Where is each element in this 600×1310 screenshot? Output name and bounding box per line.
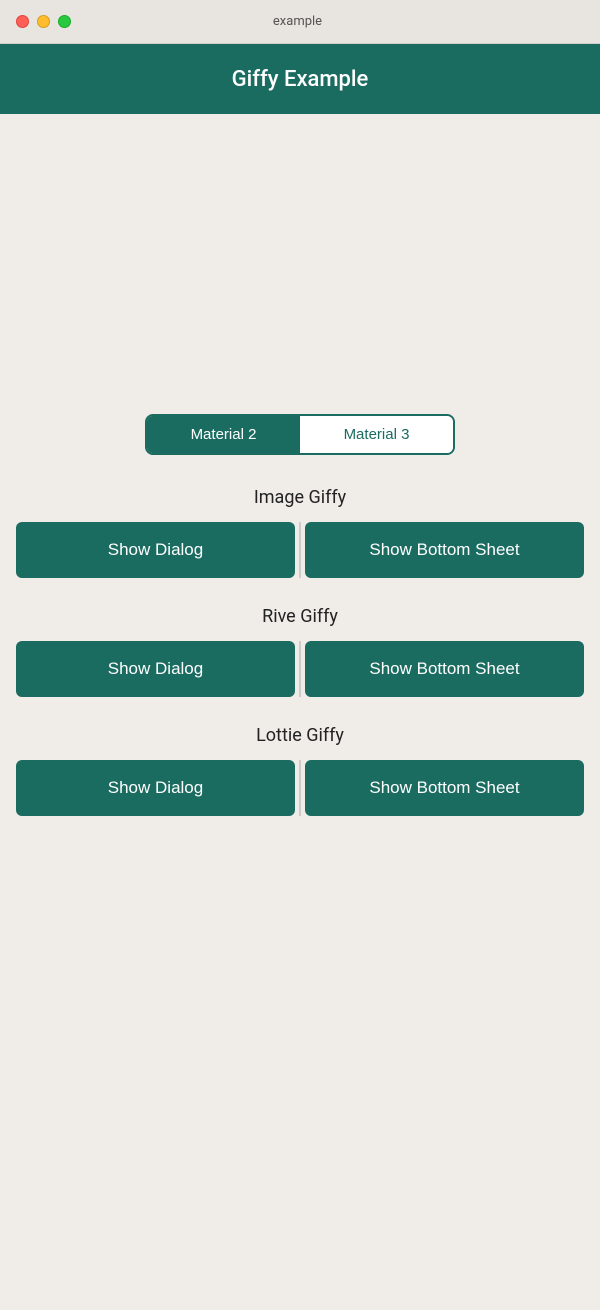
image-giffy-button-row: Show Dialog Show Bottom Sheet	[16, 522, 584, 578]
tab-material2[interactable]: Material 2	[147, 416, 300, 453]
lottie-giffy-show-sheet-button[interactable]: Show Bottom Sheet	[305, 760, 584, 816]
lottie-giffy-show-dialog-button[interactable]: Show Dialog	[16, 760, 295, 816]
image-giffy-show-dialog-button[interactable]: Show Dialog	[16, 522, 295, 578]
section-image-giffy-title: Image Giffy	[16, 487, 584, 508]
divider	[299, 522, 301, 578]
app-header: Giffy Example	[0, 44, 600, 114]
section-rive-giffy-title: Rive Giffy	[16, 606, 584, 627]
section-lottie-giffy-title: Lottie Giffy	[16, 725, 584, 746]
content-area: Material 2 Material 3 Image Giffy Show D…	[0, 114, 600, 864]
divider	[299, 760, 301, 816]
divider	[299, 641, 301, 697]
section-lottie-giffy: Lottie Giffy Show Dialog Show Bottom She…	[16, 725, 584, 816]
tab-group: Material 2 Material 3	[145, 414, 455, 455]
window-title: example	[11, 14, 584, 29]
lottie-giffy-button-row: Show Dialog Show Bottom Sheet	[16, 760, 584, 816]
section-rive-giffy: Rive Giffy Show Dialog Show Bottom Sheet	[16, 606, 584, 697]
rive-giffy-show-sheet-button[interactable]: Show Bottom Sheet	[305, 641, 584, 697]
app-title: Giffy Example	[232, 67, 369, 92]
tab-material3[interactable]: Material 3	[300, 416, 453, 453]
rive-giffy-show-dialog-button[interactable]: Show Dialog	[16, 641, 295, 697]
image-giffy-show-sheet-button[interactable]: Show Bottom Sheet	[305, 522, 584, 578]
rive-giffy-button-row: Show Dialog Show Bottom Sheet	[16, 641, 584, 697]
window-chrome: example	[0, 0, 600, 44]
section-image-giffy: Image Giffy Show Dialog Show Bottom Shee…	[16, 487, 584, 578]
